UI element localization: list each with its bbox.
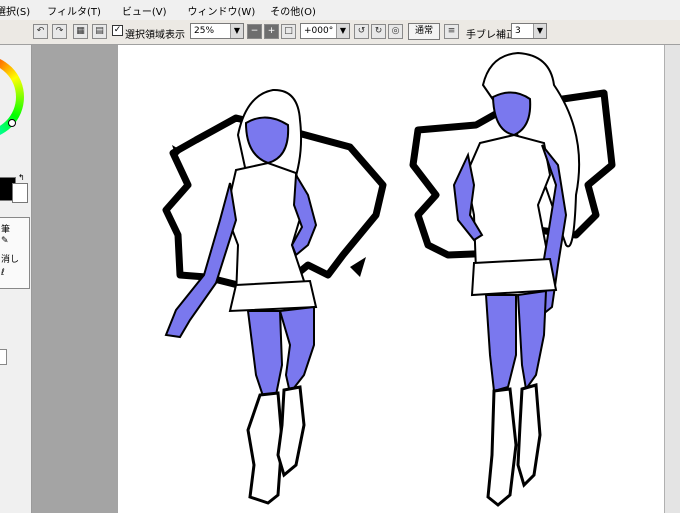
panel-resize-handle[interactable]	[0, 349, 7, 365]
deselect-icon: ▦	[76, 26, 85, 36]
rotation-reset-icon: ◎	[391, 26, 400, 36]
chevron-down-icon: ▼	[336, 24, 349, 38]
stabilizer-combo[interactable]: 3 ▼	[511, 23, 547, 39]
tool-pen[interactable]: 筆	[1, 222, 10, 235]
left-panel: ↰ 筆 ✎ 消し ℓ	[0, 45, 32, 513]
swap-colors-icon[interactable]: ↰	[18, 173, 25, 182]
vertical-scrollbar[interactable]	[664, 45, 680, 513]
rotate-right-icon: ↻	[374, 26, 383, 36]
right-girl-left-sock	[486, 387, 518, 507]
rotate-left-icon: ↺	[357, 26, 366, 36]
menu-window[interactable]: ウィンドウ(W)	[188, 3, 265, 18]
chevron-down-icon: ▼	[230, 24, 243, 38]
invert-selection-button[interactable]: ▤	[92, 24, 107, 39]
background-color-swatch[interactable]	[12, 183, 28, 203]
zoom-value: 25%	[194, 26, 215, 36]
right-girl-right-sock	[516, 383, 542, 488]
zoom-reset-button[interactable]: □	[281, 24, 296, 39]
rotation-combo[interactable]: +000° ▼	[300, 23, 350, 39]
menu-view[interactable]: ビュー(V)	[122, 3, 176, 18]
zoom-combo[interactable]: 25% ▼	[190, 23, 244, 39]
menu-other[interactable]: その他(O)	[270, 3, 325, 18]
menu-filter[interactable]: フィルタ(T)	[47, 3, 110, 18]
right-girl-left-leg	[484, 294, 517, 393]
tool-eraser[interactable]: 消し	[1, 252, 19, 265]
tool-other[interactable]: ℓ	[1, 268, 5, 278]
redo-icon: ↷	[55, 26, 64, 36]
left-girl-right-leg	[278, 305, 315, 396]
toolbar: ↶ ↷ ▦ ▤ ✓ 選択領域表示 25% ▼ − + □ +000° ▼ ↺ ↻…	[0, 20, 680, 45]
zoom-reset-icon: □	[284, 26, 293, 36]
artwork	[162, 51, 616, 507]
stabilizer-label: 手ブレ補正	[466, 30, 516, 41]
zoom-in-button[interactable]: +	[264, 24, 279, 39]
flip-view-button[interactable]: ≡	[444, 24, 459, 39]
invert-selection-icon: ▤	[95, 26, 104, 36]
tool-brush-icon[interactable]: ✎	[1, 236, 9, 246]
rotation-value: +000°	[304, 26, 334, 36]
tool-palette: 筆 ✎ 消し ℓ	[0, 217, 30, 289]
right-girl-right-leg	[516, 289, 548, 392]
selection-visible-label: 選択領域表示	[125, 30, 185, 41]
right-girl-skirt	[470, 257, 558, 297]
stabilizer-value: 3	[515, 26, 521, 36]
rotate-right-button[interactable]: ↻	[371, 24, 386, 39]
deselect-button[interactable]: ▦	[73, 24, 88, 39]
canvas-area[interactable]	[32, 45, 680, 513]
selection-visible-checkbox[interactable]: ✓	[112, 25, 123, 36]
right-girl-shirt	[464, 133, 552, 273]
left-girl-left-leg	[246, 310, 284, 407]
ink-mark	[350, 257, 366, 277]
chevron-down-icon: ▼	[533, 24, 546, 38]
undo-icon: ↶	[36, 26, 45, 36]
hue-marker-icon[interactable]	[8, 119, 16, 127]
minus-icon: −	[250, 26, 259, 36]
menu-bar: 選択(S) フィルタ(T) ビュー(V) ウィンドウ(W) その他(O)	[0, 0, 680, 21]
blend-mode-button[interactable]: 通常	[408, 23, 440, 40]
undo-button[interactable]: ↶	[33, 24, 48, 39]
menu-select[interactable]: 選択(S)	[0, 3, 39, 18]
left-girl-right-sock	[276, 385, 306, 478]
left-girl-left-sock	[246, 391, 284, 505]
left-girl-skirt	[228, 279, 318, 313]
flip-icon: ≡	[447, 26, 456, 36]
canvas-paper[interactable]	[118, 45, 664, 513]
plus-icon: +	[267, 26, 276, 36]
rotation-reset-button[interactable]: ◎	[388, 24, 403, 39]
rotate-left-button[interactable]: ↺	[354, 24, 369, 39]
zoom-out-button[interactable]: −	[247, 24, 262, 39]
redo-button[interactable]: ↷	[52, 24, 67, 39]
